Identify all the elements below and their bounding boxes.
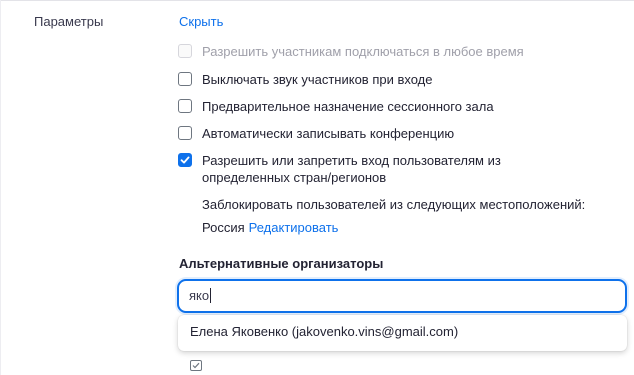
- left-divider: [0, 0, 1, 375]
- option-region-restriction[interactable]: Разрешить или запретить вход пользовател…: [178, 152, 501, 186]
- option-label-line1: Разрешить или запретить вход пользовател…: [202, 153, 501, 168]
- blocked-country: Россия: [202, 220, 245, 235]
- option-auto-record[interactable]: Автоматически записывать конференцию: [178, 125, 454, 142]
- blocked-country-row: Россия Редактировать: [202, 219, 338, 236]
- option-mute-on-entry[interactable]: Выключать звук участников при входе: [178, 71, 432, 88]
- breakout-preassign-checkbox[interactable]: [178, 99, 192, 113]
- edit-link[interactable]: Редактировать: [249, 220, 339, 235]
- option-label: Разрешить или запретить вход пользовател…: [202, 152, 501, 186]
- search-input-value: яко: [189, 288, 210, 303]
- option-label: Предварительное назначение сессионного з…: [202, 99, 494, 114]
- text-caret: [210, 288, 212, 303]
- suggestion-item[interactable]: Елена Яковенко (jakovenko.vins@gmail.com…: [178, 315, 627, 351]
- alternative-hosts-input[interactable]: яко: [177, 279, 627, 313]
- option-label: Разрешить участникам подключаться в любо…: [202, 44, 524, 59]
- auto-record-checkbox[interactable]: [178, 126, 192, 140]
- block-locations-description: Заблокировать пользователей из следующих…: [202, 197, 586, 212]
- option-label: Автоматически записывать конференцию: [202, 126, 455, 141]
- section-label: Параметры: [34, 14, 104, 29]
- option-label-line2: определенных стран/регионов: [202, 170, 387, 185]
- alternative-hosts-label: Альтернативные организаторы: [179, 256, 384, 271]
- join-anytime-checkbox: [178, 44, 192, 58]
- option-label: Выключать звук участников при входе: [202, 72, 433, 87]
- checkbox-icon[interactable]: [190, 360, 202, 371]
- mute-on-entry-checkbox[interactable]: [178, 72, 192, 86]
- option-breakout-preassign[interactable]: Предварительное назначение сессионного з…: [178, 98, 494, 115]
- hide-link[interactable]: Скрыть: [179, 14, 223, 29]
- option-join-anytime: Разрешить участникам подключаться в любо…: [178, 43, 524, 60]
- check-icon: [192, 362, 200, 369]
- checkmark-icon: [180, 156, 190, 164]
- region-restriction-checkbox[interactable]: [178, 153, 192, 167]
- top-divider: [0, 0, 634, 1]
